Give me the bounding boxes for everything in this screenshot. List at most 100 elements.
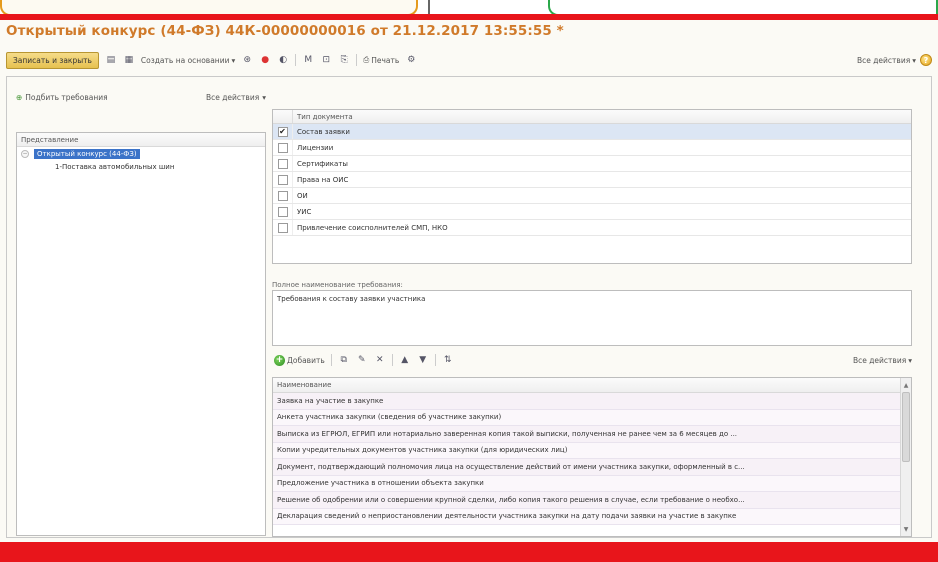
toolbar-separator	[391, 354, 393, 366]
left-all-actions-label: Все действия	[205, 92, 260, 102]
requirement-row[interactable]: Предложение участника в отношении объект…	[273, 475, 901, 492]
tree-column-header: Представление	[17, 133, 265, 147]
requirement-row[interactable]: Решение об одобрении или о совершении кр…	[273, 492, 901, 509]
structure-icon[interactable]: ▦	[123, 54, 135, 66]
document-type-checkbox[interactable]	[277, 174, 288, 185]
checkbox-cell	[273, 220, 293, 235]
attach-icon[interactable]: ⎘	[338, 54, 350, 66]
collapse-icon[interactable]: −	[21, 149, 29, 158]
edit-icon[interactable]: ✎	[356, 354, 368, 366]
toolbar-separator	[356, 54, 358, 66]
scroll-thumb[interactable]	[902, 392, 910, 462]
checkbox-cell	[273, 140, 293, 155]
add-label: Добавить	[287, 355, 325, 365]
document-type-row[interactable]: Привлечение соисполнителей СМП, НКО	[273, 220, 911, 236]
toolbar-right: Все действия ▾ ?	[857, 54, 932, 66]
scroll-down-icon[interactable]: ▼	[901, 524, 911, 534]
document-type-label: Лицензии	[297, 143, 334, 152]
document-type-checkbox[interactable]: ✔	[277, 126, 288, 137]
full-name-label: Полное наименование требования:	[272, 281, 403, 289]
full-name-field[interactable]: Требования к составу заявки участника	[272, 290, 912, 346]
requirement-row[interactable]: Анкета участника закупки (сведения об уч…	[273, 409, 901, 426]
document-type-row[interactable]: ✔ Состав заявки	[273, 124, 911, 140]
tree-node-label: Открытый конкурс (44-ФЗ)	[34, 148, 140, 159]
document-type-label: Состав заявки	[297, 127, 350, 136]
print-button[interactable]: ⎙ Печать	[363, 55, 399, 65]
help-icon[interactable]: ?	[920, 54, 932, 66]
document-type-checkbox[interactable]	[277, 190, 288, 201]
report-icon[interactable]: ⊡	[320, 54, 332, 66]
left-all-actions-button[interactable]: Все действия ▾	[206, 93, 266, 102]
document-type-table: Тип документа ✔ Состав заявки Лицензии Серт…	[272, 109, 912, 264]
document-type-label: Сертификаты	[297, 159, 348, 168]
main-toolbar: Записать и закрыть ▤ ▦ Создать на основа…	[6, 51, 932, 69]
print-label: Печать	[371, 55, 400, 65]
requirement-row[interactable]: Копии учредительных документов участника…	[273, 442, 901, 459]
requirements-rows: Заявка на участие в закупке Анкета участн…	[273, 393, 911, 525]
create-based-on-button[interactable]: Создать на основании ▾	[141, 56, 235, 65]
requirement-row[interactable]: Заявка на участие в закупке	[273, 393, 901, 410]
document-type-checkbox[interactable]	[277, 206, 288, 217]
scroll-up-icon[interactable]: ▲	[901, 380, 911, 390]
document-type-row[interactable]: Права на ОИС	[273, 172, 911, 188]
checkbox-cell	[273, 204, 293, 219]
print-icon: ⎙	[363, 55, 370, 64]
document-type-checkbox[interactable]	[277, 222, 288, 233]
settings-icon[interactable]: ⚙	[405, 54, 417, 66]
pick-requirements-label: Подбить требования	[25, 92, 108, 102]
requirements-toolbar: + Добавить ⧉ ✎ ✕ ▲ ▼ ⇅ Все действия ▾	[274, 353, 912, 367]
document-type-column-header: Тип документа	[297, 112, 353, 121]
pick-icon: ⊕	[16, 92, 23, 102]
toolbar-separator	[434, 354, 436, 366]
checkbox-cell	[273, 172, 293, 187]
copy-icon[interactable]: ⧉	[338, 354, 350, 366]
document-type-row[interactable]: УИС	[273, 204, 911, 220]
pick-requirements-button[interactable]: ⊕ Подбить требования	[16, 93, 108, 102]
checkbox-cell: ✔	[273, 124, 293, 139]
chevron-down-icon: ▾	[262, 92, 266, 102]
requirements-all-actions-button[interactable]: Все действия ▾	[853, 356, 912, 365]
name-column-header: Наименование	[273, 378, 901, 393]
left-panel-toolbar: ⊕ Подбить требования Все действия ▾	[16, 90, 266, 104]
toolbar-separator	[330, 354, 332, 366]
list-icon[interactable]: ▤	[105, 54, 117, 66]
document-type-row[interactable]: Сертификаты	[273, 156, 911, 172]
move-down-icon[interactable]: ▼	[417, 354, 429, 366]
add-button[interactable]: + Добавить	[274, 354, 325, 366]
document-type-rows: ✔ Состав заявки Лицензии Сертификаты Права н…	[273, 124, 911, 236]
workflow-icon[interactable]: ⊛	[241, 54, 253, 66]
chevron-down-icon: ▾	[908, 355, 912, 365]
delete-icon[interactable]: ✕	[374, 354, 386, 366]
document-type-label: УИС	[297, 207, 312, 216]
move-up-icon[interactable]: ▲	[399, 354, 411, 366]
checkbox-cell	[273, 156, 293, 171]
all-actions-label: Все действия	[856, 55, 911, 65]
requirements-tree: Представление − Открытый конкурс (44-ФЗ)…	[16, 132, 266, 536]
toolbar-separator	[295, 54, 297, 66]
document-type-label: ОИ	[297, 191, 308, 200]
document-type-checkbox[interactable]	[277, 142, 288, 153]
requirement-row[interactable]: Выписка из ЕГРЮЛ, ЕГРИП или нотариально …	[273, 426, 901, 443]
tree-node-root[interactable]: − Открытый конкурс (44-ФЗ)	[17, 147, 265, 160]
requirements-table: Наименование Заявка на участие в закупке…	[272, 377, 912, 537]
sort-icon[interactable]: ⇅	[442, 354, 454, 366]
chevron-down-icon: ▾	[231, 55, 236, 65]
add-icon: +	[274, 354, 285, 366]
document-type-label: Привлечение соисполнителей СМП, НКО	[297, 223, 448, 232]
document-type-checkbox[interactable]	[277, 158, 288, 169]
checkbox-cell	[273, 188, 293, 203]
post-icon[interactable]: ◐	[277, 54, 289, 66]
requirement-row[interactable]: Декларация сведений о неприостановлении …	[273, 508, 901, 525]
tree-node-child[interactable]: 1-Поставка автомобильных шин	[17, 160, 265, 173]
checkbox-column-header	[273, 110, 293, 123]
document-type-row[interactable]: Лицензии	[273, 140, 911, 156]
document-type-row[interactable]: ОИ	[273, 188, 911, 204]
requirement-row[interactable]: Документ, подтверждающий полномочия лица…	[273, 459, 901, 476]
movements-icon[interactable]: Μ	[302, 54, 314, 66]
window-title: Открытый конкурс (44-ФЗ) 44К-00000000016…	[6, 23, 564, 39]
vertical-scrollbar[interactable]: ▲ ▼	[900, 378, 911, 536]
all-actions-button[interactable]: Все действия ▾	[857, 56, 916, 65]
save-and-close-button[interactable]: Записать и закрыть	[6, 51, 99, 69]
record-icon[interactable]: ●	[259, 54, 271, 66]
tree-node-label: 1-Поставка автомобильных шин	[55, 162, 175, 171]
